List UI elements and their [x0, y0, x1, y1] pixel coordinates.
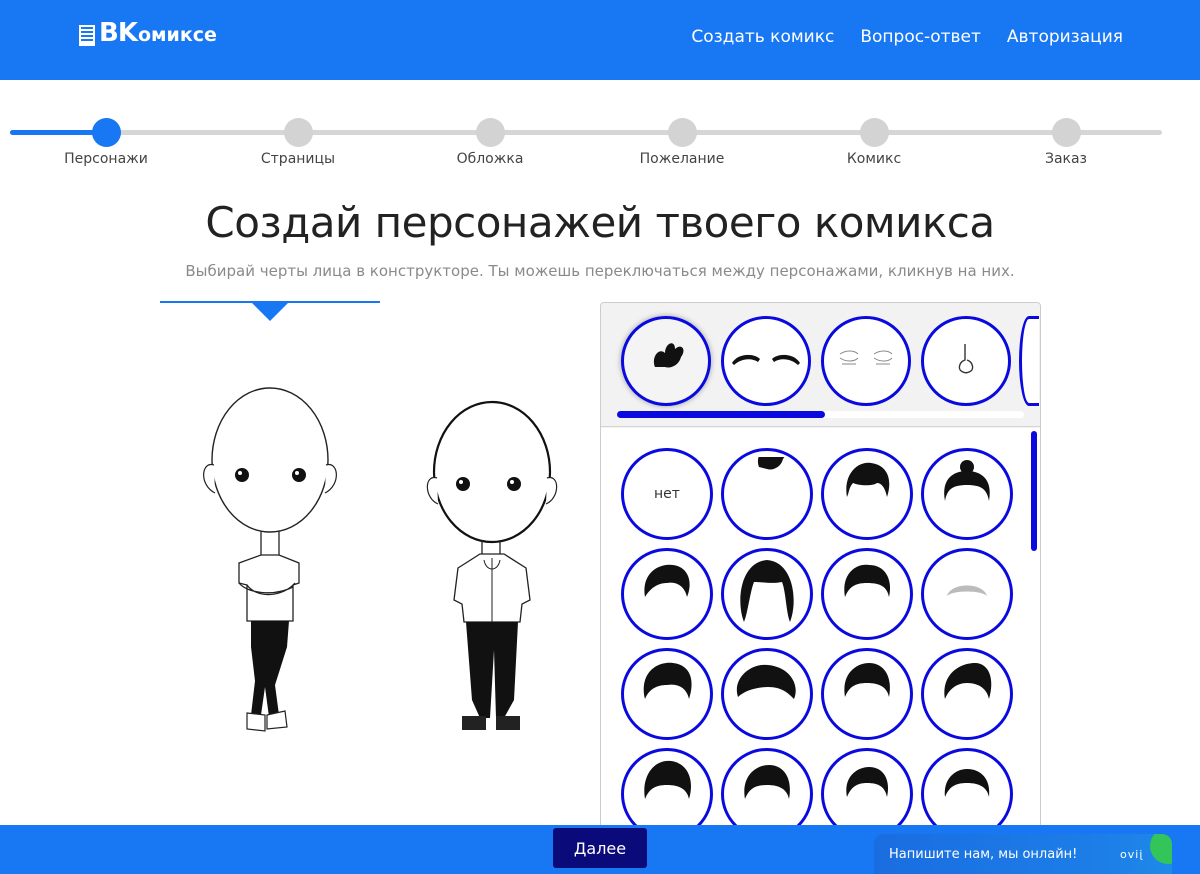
- step-label: Страницы: [260, 151, 336, 167]
- category-scrollbar-thumb[interactable]: [617, 411, 825, 418]
- site-logo[interactable]: BK омиксе: [77, 18, 217, 48]
- eyes-icon: [836, 348, 896, 374]
- progress-stepper: Персонажи Страницы Обложка Пожелание Ком…: [10, 118, 1162, 178]
- main-nav: Создать комикс Вопрос-ответ Авторизация: [691, 27, 1123, 47]
- category-hair[interactable]: [621, 316, 711, 406]
- category-next-partial[interactable]: [1019, 316, 1039, 406]
- option-hair-1[interactable]: [721, 448, 813, 540]
- option-hair-8[interactable]: [621, 648, 713, 740]
- step-comic[interactable]: Комикс: [799, 118, 949, 167]
- nav-create-comic[interactable]: Создать комикс: [691, 27, 834, 47]
- hair-icon: [637, 557, 697, 631]
- option-hair-11[interactable]: [921, 648, 1013, 740]
- option-hair-3[interactable]: [921, 448, 1013, 540]
- category-scrollbar[interactable]: [617, 411, 1024, 418]
- category-eyebrows[interactable]: [721, 316, 811, 406]
- hair-icon: [637, 757, 697, 831]
- hair-icon: [732, 657, 802, 731]
- step-label: Персонажи: [64, 151, 148, 167]
- hair-icon: [837, 557, 897, 631]
- hair-icon: [732, 552, 802, 636]
- option-hair-6[interactable]: [821, 548, 913, 640]
- nav-login[interactable]: Авторизация: [1007, 27, 1123, 47]
- feature-category-bar: [601, 303, 1040, 427]
- step-label: Заказ: [1044, 151, 1088, 167]
- hair-icon: [937, 757, 997, 831]
- nav-faq[interactable]: Вопрос-ответ: [860, 27, 981, 47]
- step-wishes[interactable]: Пожелание: [607, 118, 757, 167]
- option-hair-10[interactable]: [821, 648, 913, 740]
- character-1[interactable]: [195, 385, 355, 739]
- active-character-arrow-icon: [252, 303, 288, 321]
- hair-icon: [737, 757, 797, 831]
- step-dot: [859, 118, 889, 147]
- chat-brand-logo: jivo: [1119, 847, 1143, 861]
- option-none[interactable]: нет: [621, 448, 713, 540]
- step-dot: [667, 118, 697, 147]
- category-nose[interactable]: [921, 316, 1011, 406]
- hair-icon: [837, 757, 897, 831]
- option-hair-2[interactable]: [821, 448, 913, 540]
- options-scrollbar-thumb[interactable]: [1031, 431, 1037, 551]
- step-cover[interactable]: Обложка: [415, 118, 565, 167]
- step-dot: [1051, 118, 1081, 147]
- step-label: Пожелание: [639, 151, 725, 167]
- option-hair-7[interactable]: [921, 548, 1013, 640]
- step-label: Обложка: [456, 151, 524, 167]
- hair-icon: [641, 339, 691, 383]
- logo-rest-text: омиксе: [137, 24, 217, 46]
- stepper-track: [10, 130, 1162, 135]
- hair-icon: [937, 457, 997, 531]
- hair-icon: [837, 657, 897, 731]
- next-button[interactable]: Далее: [553, 828, 647, 868]
- category-eyes[interactable]: [821, 316, 911, 406]
- step-dot: [283, 118, 313, 147]
- step-pages[interactable]: Страницы: [223, 118, 373, 167]
- hair-icon: [937, 572, 997, 616]
- chat-status-indicator: [1150, 834, 1172, 864]
- step-label: Комикс: [846, 151, 902, 167]
- step-characters[interactable]: Персонажи: [31, 118, 181, 167]
- option-hair-9[interactable]: [721, 648, 813, 740]
- step-dot: [475, 118, 505, 147]
- step-order[interactable]: Заказ: [991, 118, 1141, 167]
- hair-icon: [637, 657, 697, 731]
- hair-icon: [937, 657, 997, 731]
- option-hair-5[interactable]: [721, 548, 813, 640]
- eyebrows-icon: [728, 349, 804, 373]
- chat-widget-text: Напишите нам, мы онлайн!: [889, 846, 1078, 862]
- page-subtitle: Выбирай черты лица в конструкторе. Ты мо…: [185, 262, 1015, 280]
- page-title: Создай персонажей твоего комикса: [205, 198, 995, 247]
- logo-bk-text: BK: [99, 18, 138, 48]
- hair-icon: [837, 457, 897, 531]
- step-dot: [91, 118, 121, 147]
- feature-options-grid: нет: [601, 428, 1040, 841]
- site-header: BK омиксе Создать комикс Вопрос-ответ Ав…: [0, 0, 1200, 80]
- character-2[interactable]: [420, 400, 570, 744]
- feature-constructor-panel: нет: [600, 302, 1041, 842]
- hair-icon: [737, 451, 797, 531]
- option-hair-4[interactable]: [621, 548, 713, 640]
- chat-widget[interactable]: Напишите нам, мы онлайн! jivo: [874, 834, 1172, 874]
- book-icon: [77, 22, 97, 48]
- option-none-label: нет: [654, 486, 680, 502]
- nose-icon: [951, 342, 981, 380]
